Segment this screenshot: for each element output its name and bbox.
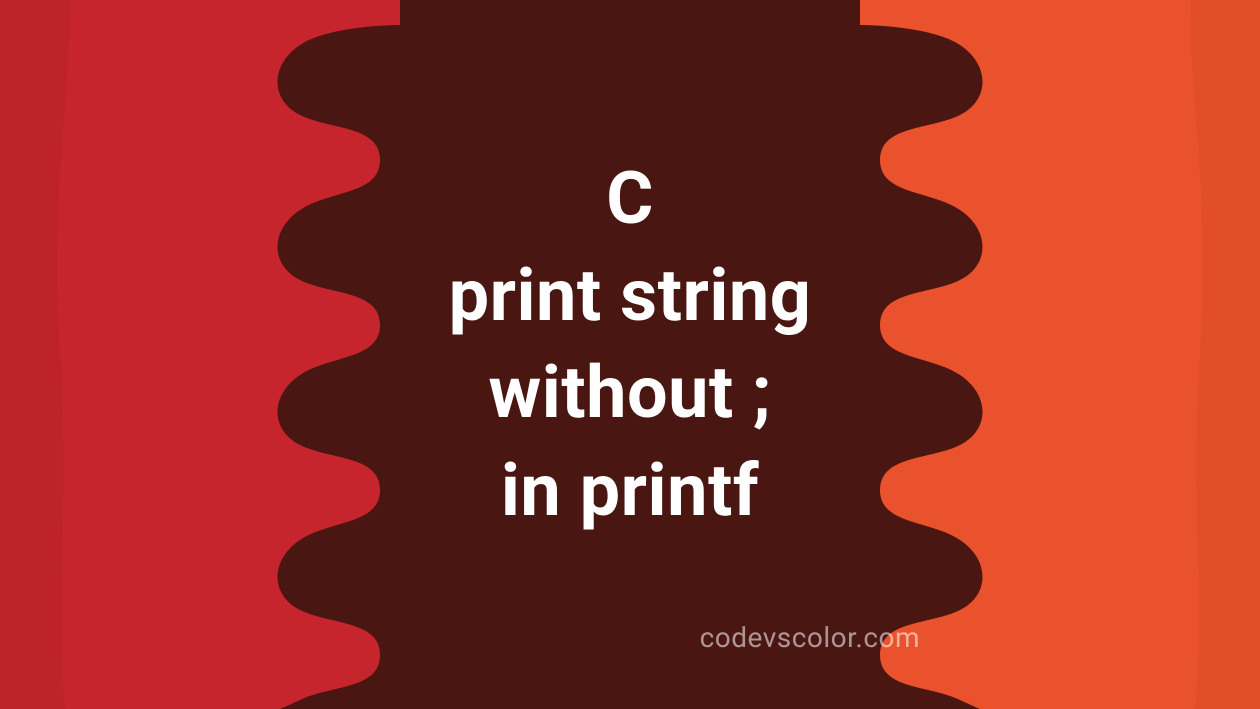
banner-graphic: C print string without ; in printf codev… <box>0 0 1260 709</box>
title-line-3: without ; <box>0 344 1260 441</box>
watermark-text: codevscolor.com <box>700 621 920 654</box>
title-line-2: print string <box>0 247 1260 344</box>
title-line-1: C <box>0 150 1260 247</box>
title-line-4: in printf <box>0 442 1260 539</box>
banner-title: C print string without ; in printf <box>0 150 1260 539</box>
